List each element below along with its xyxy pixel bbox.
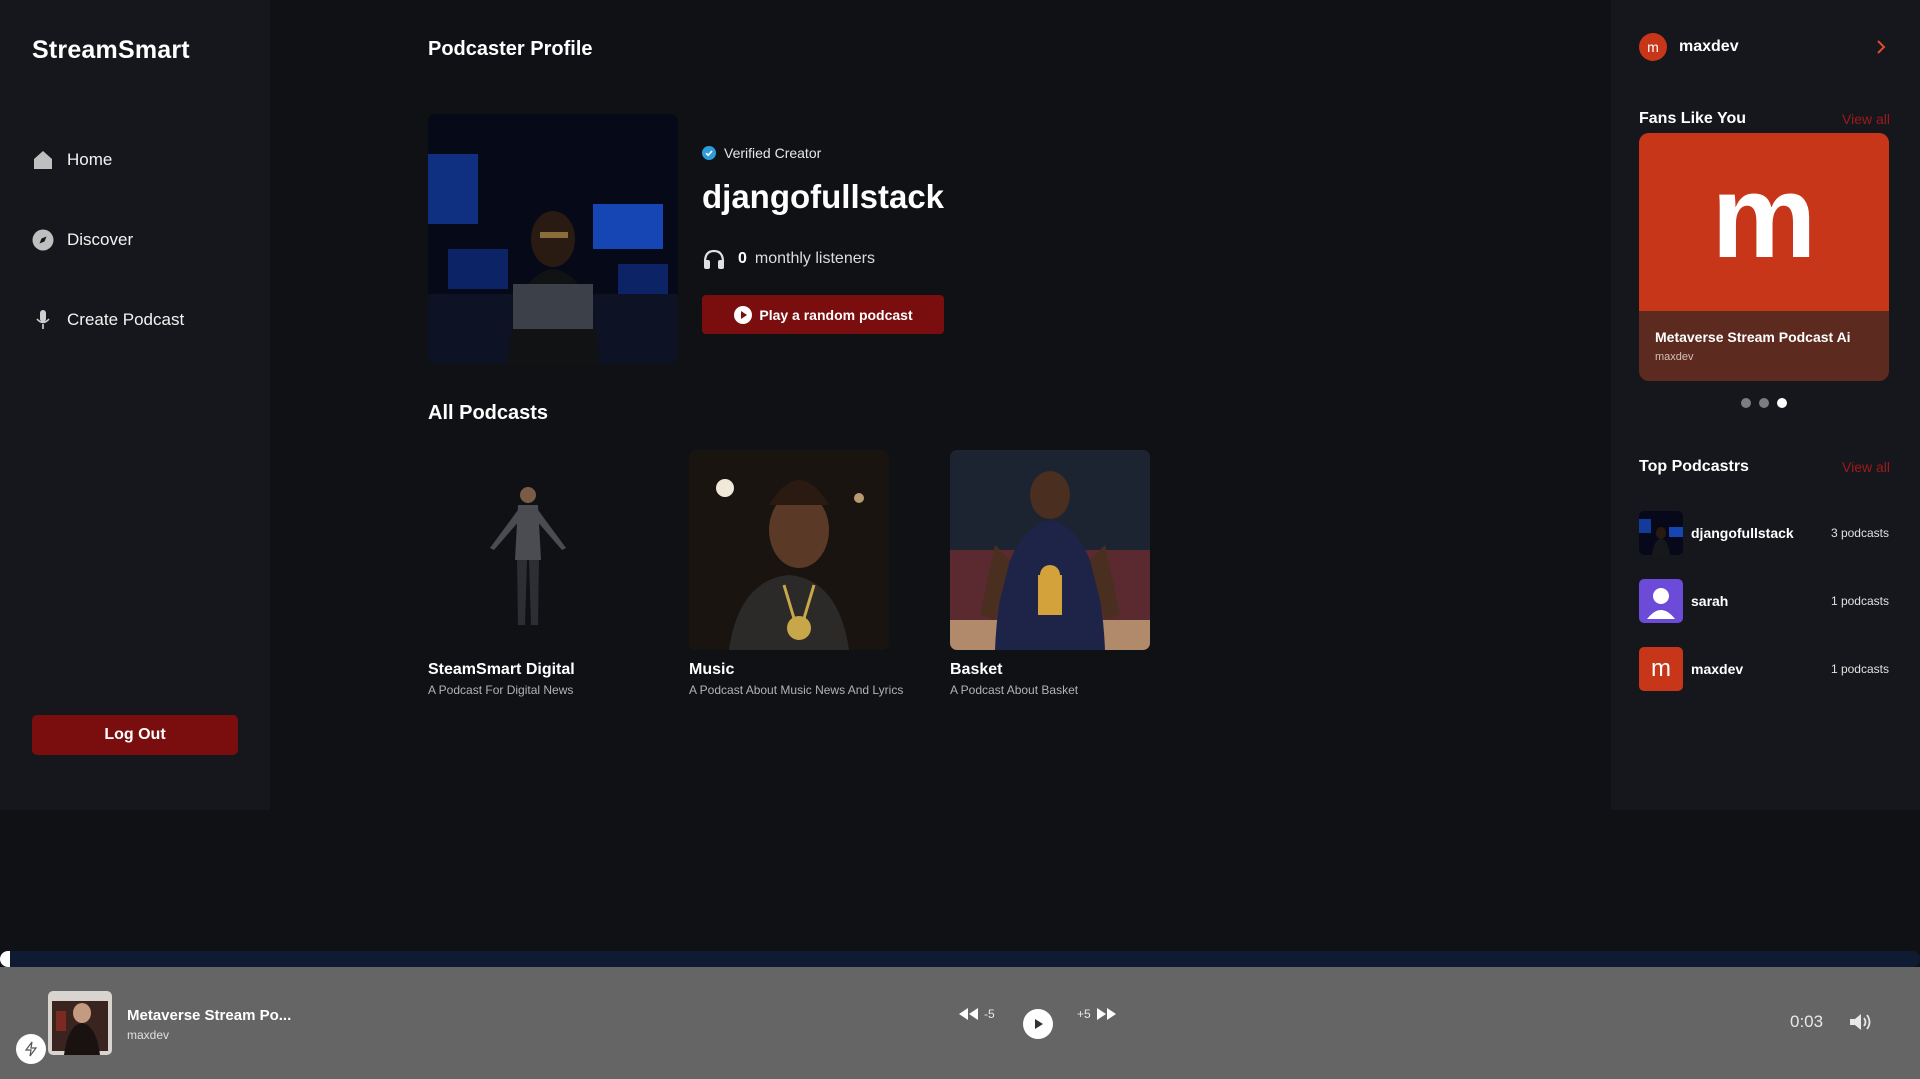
podcast-title: Basket bbox=[950, 661, 1003, 678]
volume-icon[interactable] bbox=[1848, 1011, 1872, 1033]
podcast-count: 1 podcasts bbox=[1830, 594, 1889, 608]
progress-fill bbox=[0, 951, 10, 967]
compass-icon bbox=[32, 229, 54, 251]
podcast-count: 3 podcasts bbox=[1830, 526, 1889, 540]
sidebar-item-create-podcast[interactable]: Create Podcast bbox=[32, 305, 184, 335]
carousel-dot[interactable] bbox=[1759, 398, 1769, 408]
top-podcasters-title: Top Podcastrs bbox=[1639, 458, 1749, 475]
creator-name: djangofullstack bbox=[702, 178, 945, 215]
chevron-right-icon bbox=[1877, 40, 1886, 54]
podcast-thumbnail bbox=[950, 450, 1150, 650]
podcast-thumbnail bbox=[428, 450, 628, 650]
podcast-description: A Podcast For Digital News bbox=[428, 683, 574, 697]
avatar: m bbox=[1639, 647, 1683, 691]
microphone-icon bbox=[32, 309, 54, 331]
carousel-dots bbox=[1741, 398, 1787, 408]
podcast-card[interactable]: SteamSmart Digital A Podcast For Digital… bbox=[428, 450, 628, 697]
verified-creator-label: Verified Creator bbox=[702, 145, 821, 161]
fan-podcast-card[interactable]: m Metaverse Stream Podcast Ai maxdev bbox=[1639, 133, 1889, 381]
avatar: m bbox=[1639, 33, 1667, 61]
user-profile-link[interactable]: m maxdev bbox=[1639, 32, 1889, 62]
fan-card-image: m bbox=[1639, 133, 1889, 311]
app-logo[interactable]: StreamSmart bbox=[32, 36, 190, 65]
fans-view-all-link[interactable]: View all bbox=[1842, 111, 1890, 127]
logout-button[interactable]: Log Out bbox=[32, 715, 238, 755]
fans-like-you-title: Fans Like You bbox=[1639, 110, 1746, 127]
page-title: Podcaster Profile bbox=[428, 38, 593, 60]
profile-image bbox=[428, 114, 678, 364]
sidebar-item-discover[interactable]: Discover bbox=[32, 225, 133, 255]
playback-time: 0:03 bbox=[1790, 1012, 1824, 1031]
play-icon bbox=[1035, 1019, 1043, 1029]
podcast-card[interactable]: Basket A Podcast About Basket bbox=[950, 450, 1150, 697]
user-name: maxdev bbox=[1679, 38, 1739, 55]
listeners-label: monthly listeners bbox=[754, 250, 875, 267]
now-playing-thumbnail[interactable] bbox=[48, 991, 112, 1055]
forward-button[interactable]: +5 bbox=[1077, 1007, 1117, 1021]
play-random-label: Play a random podcast bbox=[759, 306, 913, 323]
play-circle-icon bbox=[734, 305, 753, 324]
podcast-description: A Podcast About Music News And Lyrics bbox=[689, 683, 904, 697]
carousel-dot[interactable] bbox=[1741, 398, 1751, 408]
now-playing-title: Metaverse Stream Po... bbox=[127, 1007, 292, 1024]
podcaster-name: maxdev bbox=[1691, 661, 1744, 677]
podcast-thumbnail bbox=[689, 450, 889, 650]
sidebar-item-label: Discover bbox=[67, 230, 134, 249]
fan-card-title: Metaverse Stream Podcast Ai bbox=[1655, 329, 1851, 345]
sidebar-item-label: Home bbox=[67, 150, 113, 169]
verified-text: Verified Creator bbox=[724, 145, 822, 161]
top-podcasters-view-all-link[interactable]: View all bbox=[1842, 459, 1890, 475]
rewind-label: -5 bbox=[984, 1007, 995, 1021]
podcast-title: SteamSmart Digital bbox=[428, 661, 575, 678]
play-random-podcast-button[interactable]: Play a random podcast bbox=[702, 295, 944, 334]
fan-card-author: maxdev bbox=[1655, 351, 1694, 363]
home-icon bbox=[32, 149, 54, 171]
carousel-dot-active[interactable] bbox=[1777, 398, 1787, 408]
podcaster-name: sarah bbox=[1691, 593, 1729, 609]
top-podcaster-row[interactable]: m maxdev 1 podcasts bbox=[1639, 647, 1889, 691]
audio-player: Metaverse Stream Po... maxdev -5 +5 0:03 bbox=[0, 967, 1920, 1079]
play-button[interactable] bbox=[1023, 1009, 1053, 1039]
headphones-icon bbox=[703, 249, 725, 269]
all-podcasts-title: All Podcasts bbox=[428, 402, 549, 424]
podcast-count: 1 podcasts bbox=[1830, 662, 1889, 676]
fan-card-initial: m bbox=[1711, 151, 1817, 283]
fast-forward-icon bbox=[1096, 1008, 1116, 1020]
podcast-description: A Podcast About Basket bbox=[950, 683, 1079, 697]
listeners-count: 0 bbox=[738, 250, 747, 267]
monthly-listeners: 0 monthly listeners bbox=[702, 248, 875, 270]
podcast-card[interactable]: Music A Podcast About Music News And Lyr… bbox=[689, 450, 904, 697]
user-placeholder-icon bbox=[1639, 579, 1683, 623]
podcaster-name: djangofullstack bbox=[1691, 525, 1794, 541]
forward-label: +5 bbox=[1077, 1007, 1091, 1021]
rewind-icon bbox=[959, 1008, 978, 1020]
sidebar-item-home[interactable]: Home bbox=[32, 145, 112, 175]
sidebar-item-label: Create Podcast bbox=[67, 310, 185, 329]
avatar bbox=[1639, 511, 1683, 555]
top-podcaster-row[interactable]: djangofullstack 3 podcasts bbox=[1639, 511, 1889, 555]
right-sidebar: m maxdev Fans Like You View all m Metave… bbox=[1611, 0, 1920, 810]
now-playing-author: maxdev bbox=[127, 1028, 170, 1042]
progress-bar[interactable] bbox=[0, 951, 1920, 967]
lightning-icon[interactable] bbox=[16, 1034, 46, 1064]
verified-badge-icon bbox=[702, 146, 716, 160]
left-sidebar: StreamSmart Home Discover Create Podcast… bbox=[0, 0, 270, 810]
top-podcaster-row[interactable]: sarah 1 podcasts bbox=[1639, 579, 1889, 623]
podcast-title: Music bbox=[689, 661, 735, 678]
rewind-button[interactable]: -5 bbox=[958, 1007, 995, 1021]
